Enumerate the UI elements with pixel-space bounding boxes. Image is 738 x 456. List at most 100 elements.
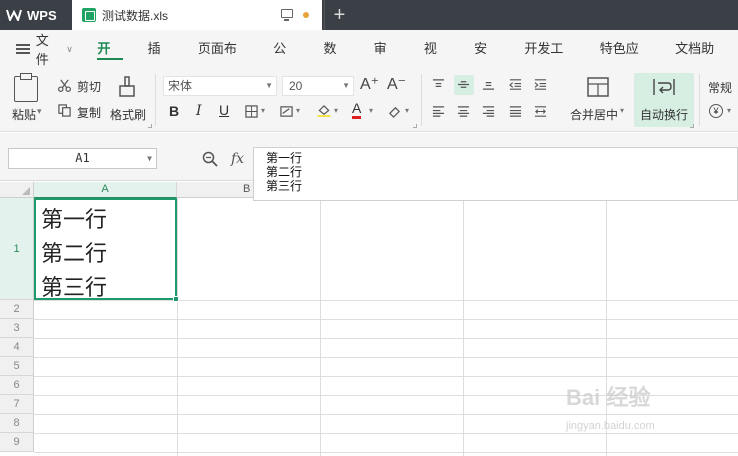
gridline (34, 414, 738, 415)
cut-button[interactable]: 剪切 (77, 78, 101, 95)
menu-tab-7[interactable]: 安全 (462, 30, 512, 94)
chevron-down-icon[interactable]: ▾ (261, 106, 265, 115)
justify-icon[interactable] (509, 105, 522, 118)
chevron-down-icon[interactable]: ▾ (405, 106, 409, 115)
menu-tab-5[interactable]: 审阅 (361, 30, 411, 94)
align-top-icon[interactable] (432, 78, 445, 91)
gridline (177, 198, 178, 456)
menu-tab-10[interactable]: 文档助手 (663, 30, 738, 94)
chevron-down-icon[interactable]: ▾ (727, 106, 731, 115)
align-middle-icon[interactable] (457, 78, 470, 91)
gridline (34, 376, 738, 377)
formula-line: 第三行 (266, 179, 303, 193)
unsaved-dot-icon (303, 12, 309, 18)
monitor-icon[interactable] (281, 9, 293, 21)
scissors-icon (58, 79, 71, 92)
gridline (34, 433, 738, 434)
row-header-6[interactable]: 6 (0, 376, 34, 395)
menu-tab-4[interactable]: 数据 (311, 30, 361, 94)
menu-tab-6[interactable]: 视图 (411, 30, 461, 94)
decrease-indent-icon[interactable] (509, 78, 522, 91)
spreadsheet-grid[interactable]: A B 1 2 3 4 5 6 7 8 9 第一行 第二行 第三行 (0, 182, 738, 456)
font-size-value: 20 (289, 79, 303, 93)
increase-font-icon[interactable]: A⁺ (360, 74, 379, 94)
select-all-corner[interactable] (0, 182, 34, 198)
row-header-9[interactable]: 9 (0, 433, 34, 452)
separator (155, 74, 156, 126)
font-size-select[interactable]: 20 ▼ (282, 76, 354, 96)
row-header-7[interactable]: 7 (0, 395, 34, 414)
font-name-value: 宋体 (168, 79, 193, 93)
format-painter-button[interactable]: 格式刷 (110, 106, 146, 123)
chevron-down-icon[interactable]: ▾ (620, 106, 624, 115)
currency-icon[interactable]: ¥ (709, 104, 723, 118)
decrease-font-icon[interactable]: A⁻ (387, 74, 406, 94)
file-menu[interactable]: 文件 (36, 30, 62, 68)
menu-tab-2[interactable]: 页面布局 (185, 30, 260, 94)
menu-bar: 文件 ∨ 开始插入页面布局公式数据审阅视图安全开发工具特色应用文档助手 (0, 30, 738, 94)
paste-button[interactable]: 粘贴 (12, 106, 36, 123)
align-right-icon[interactable] (482, 105, 495, 118)
paste-dropdown-icon[interactable]: ▾ (37, 106, 42, 117)
number-format-select[interactable]: 常规 (708, 79, 732, 96)
copy-button[interactable]: 复制 (77, 104, 101, 121)
menu-tab-1[interactable]: 插入 (135, 30, 185, 94)
gridline (34, 452, 738, 453)
gridline (463, 198, 464, 456)
merge-center-icon (587, 77, 609, 97)
title-bar: WPS 测试数据.xls + (0, 0, 738, 30)
cell-line: 第二行 (41, 242, 108, 267)
cell-style-icon[interactable] (280, 105, 293, 118)
group-launcher-icon[interactable] (690, 124, 694, 128)
name-box[interactable]: A1 ▼ (8, 148, 157, 169)
font-color-button[interactable]: A (352, 101, 362, 119)
gridline (34, 338, 738, 339)
group-launcher-icon[interactable] (413, 124, 417, 128)
increase-indent-icon[interactable] (534, 78, 547, 91)
row-header-8[interactable]: 8 (0, 414, 34, 433)
borders-icon[interactable] (245, 105, 258, 118)
menu-tab-9[interactable]: 特色应用 (587, 30, 662, 94)
formula-input[interactable]: 第一行 第二行 第三行 (253, 147, 738, 201)
wrap-text-button[interactable]: 自动换行 (640, 106, 688, 123)
row-header-3[interactable]: 3 (0, 319, 34, 338)
chevron-down-icon[interactable]: ▾ (296, 106, 300, 115)
menu-tabs: 开始插入页面布局公式数据审阅视图安全开发工具特色应用文档助手 (85, 30, 738, 94)
merge-center-button[interactable]: 合并居中 (570, 106, 618, 123)
column-header-a[interactable]: A (34, 182, 177, 198)
align-left-icon[interactable] (432, 105, 445, 118)
font-name-select[interactable]: 宋体 ▼ (163, 76, 277, 96)
chevron-down-icon[interactable]: ∨ (66, 44, 73, 55)
menu-tab-0[interactable]: 开始 (85, 30, 135, 94)
menu-tab-8[interactable]: 开发工具 (512, 30, 587, 94)
fill-handle[interactable] (173, 296, 179, 302)
paste-icon[interactable] (14, 73, 38, 102)
wps-home-tab[interactable]: WPS (0, 0, 70, 30)
separator (421, 74, 422, 126)
formula-bar: A1 ▼ fx 第一行 第二行 第三行 (0, 133, 738, 201)
group-launcher-icon[interactable] (148, 124, 152, 128)
wrap-text-icon (653, 79, 675, 95)
zoom-search-icon[interactable] (202, 151, 218, 167)
eraser-icon[interactable] (388, 105, 401, 118)
row-header-2[interactable]: 2 (0, 300, 34, 319)
cell-a1[interactable]: 第一行 第二行 第三行 (34, 198, 177, 301)
formula-line: 第二行 (266, 165, 303, 179)
hamburger-icon[interactable] (16, 44, 30, 54)
new-tab-button[interactable]: + (324, 0, 354, 30)
align-center-icon[interactable] (457, 105, 470, 118)
italic-button[interactable]: I (196, 103, 202, 119)
fill-color-icon[interactable] (316, 104, 332, 117)
distributed-icon[interactable] (534, 105, 547, 118)
row-header-1[interactable]: 1 (0, 198, 34, 300)
chevron-down-icon[interactable]: ▾ (369, 106, 373, 115)
underline-button[interactable]: U (219, 102, 229, 118)
menu-tab-3[interactable]: 公式 (261, 30, 311, 94)
fx-icon[interactable]: fx (231, 151, 244, 167)
chevron-down-icon[interactable]: ▾ (334, 106, 338, 115)
bold-button[interactable]: B (169, 103, 179, 119)
align-bottom-icon[interactable] (482, 78, 495, 91)
row-header-4[interactable]: 4 (0, 338, 34, 357)
cell-line: 第三行 (41, 276, 108, 301)
row-header-5[interactable]: 5 (0, 357, 34, 376)
